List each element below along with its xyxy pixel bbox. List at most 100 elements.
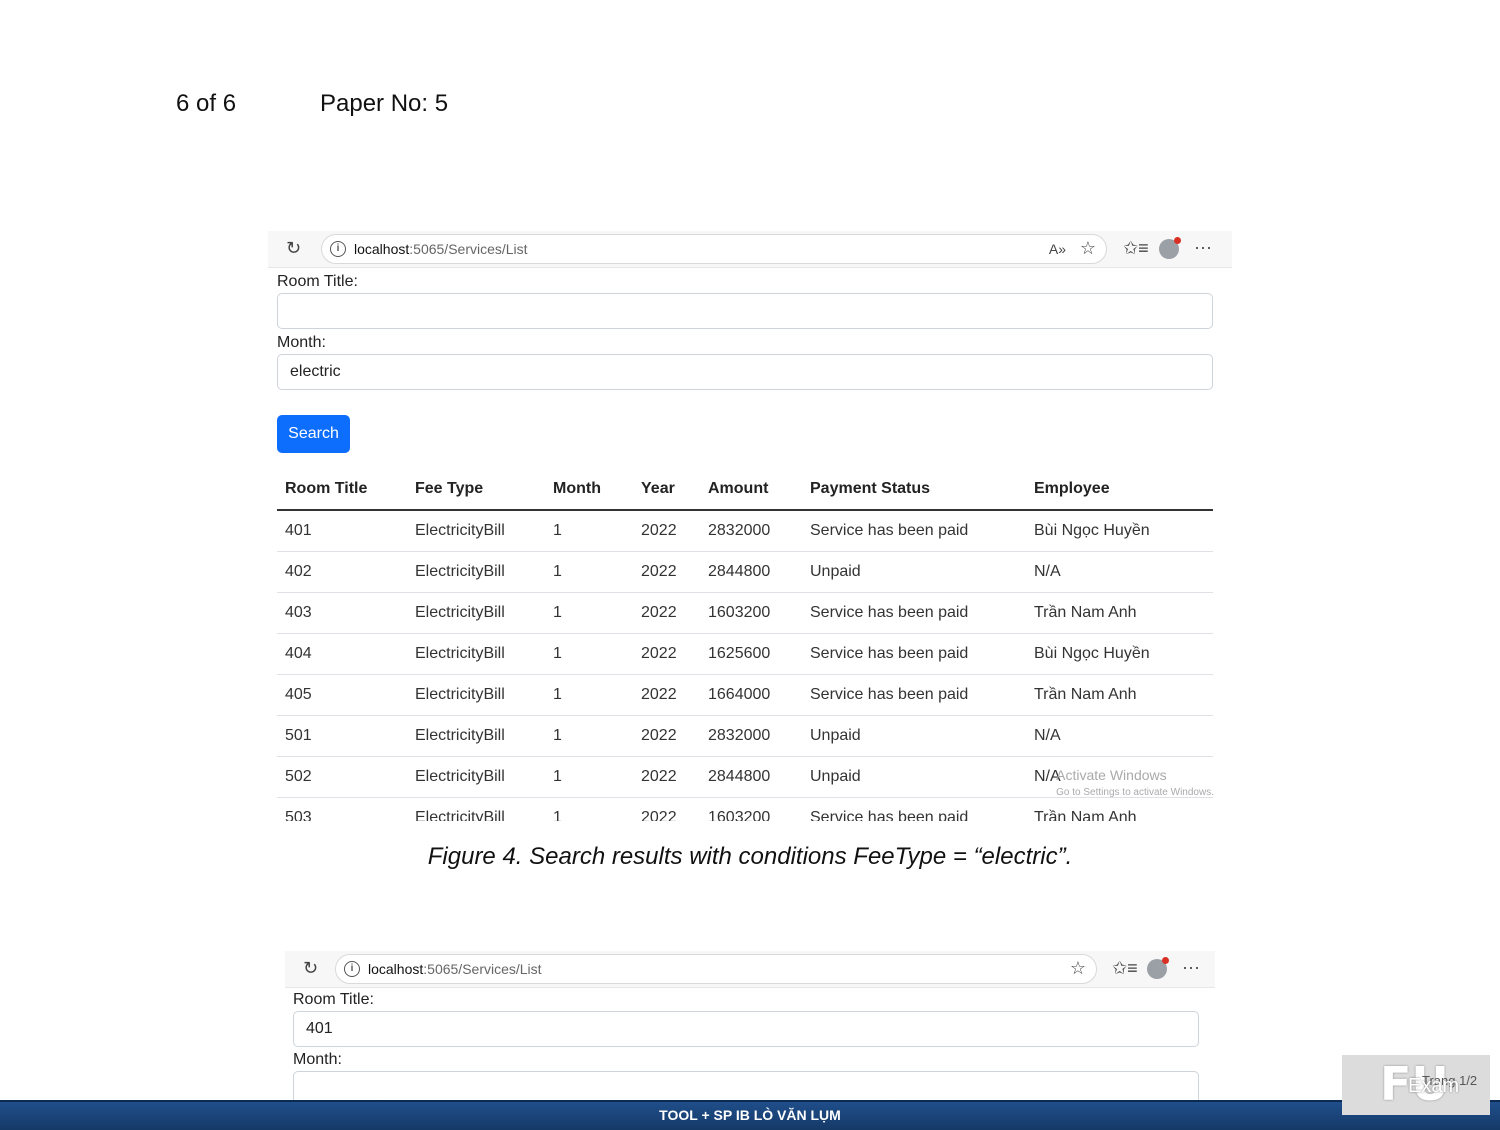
watermark-subtitle: Go to Settings to activate Windows.: [1056, 787, 1214, 798]
logo-word: Exam: [1408, 1075, 1460, 1097]
refresh-icon[interactable]: ↻: [303, 958, 318, 978]
month-input[interactable]: electric: [277, 354, 1213, 390]
footer-bar: TOOL + SP IB LÒ VĂN LỤM: [0, 1100, 1500, 1130]
more-icon[interactable]: ···: [1194, 237, 1212, 257]
table-cell: N/A: [1026, 551, 1213, 593]
col-month: Month: [545, 469, 633, 511]
table-cell: Bùi Ngọc Huyền: [1026, 510, 1213, 552]
table-cell: 2022: [633, 674, 700, 716]
table-cell: Trần Nam Anh: [1026, 674, 1213, 716]
footer-text: TOOL + SP IB LÒ VĂN LỤM: [659, 1107, 841, 1123]
table-cell: N/A: [1026, 715, 1213, 757]
favorites-icon[interactable]: ✩≡: [1112, 958, 1138, 978]
room-title-input[interactable]: 401: [293, 1011, 1199, 1047]
search-button[interactable]: Search: [277, 415, 350, 453]
paper-number: Paper No: 5: [320, 90, 449, 117]
table-cell: 2022: [633, 797, 700, 821]
table-cell: 1: [545, 756, 633, 798]
table-cell: Service has been paid: [802, 797, 1026, 821]
table-cell: 2844800: [700, 756, 802, 798]
refresh-icon[interactable]: ↻: [286, 238, 301, 258]
table-cell: 1: [545, 592, 633, 634]
col-fee-type: Fee Type: [407, 469, 545, 511]
table-cell: Bùi Ngọc Huyền: [1026, 633, 1213, 675]
table-cell: 2022: [633, 510, 700, 552]
table-cell: 1603200: [700, 797, 802, 821]
table-cell: ElectricityBill: [407, 756, 545, 798]
table-cell: Service has been paid: [802, 510, 1026, 552]
table-cell: ElectricityBill: [407, 633, 545, 675]
info-icon[interactable]: i: [344, 961, 360, 977]
table-row: 405 ElectricityBill 1 2022 1664000 Service ha…: [277, 674, 1213, 716]
more-icon[interactable]: ···: [1182, 957, 1200, 977]
table-header-row: Room Title Fee Type Month Year Amount Pa…: [277, 469, 1213, 511]
page-count: 6 of 6: [176, 90, 237, 117]
info-icon[interactable]: i: [330, 241, 346, 257]
table-row: 503 ElectricityBill 1 2022 1603200 Service ha…: [277, 797, 1213, 821]
month-label: Month:: [277, 334, 326, 351]
browser-screenshot-2: ↻ i localhost:5065/Services/List ☆ ✩≡ ··…: [285, 951, 1215, 1111]
table-cell: Service has been paid: [802, 674, 1026, 716]
table-cell: 405: [277, 674, 407, 716]
table-cell: 404: [277, 633, 407, 675]
table-cell: 2832000: [700, 510, 802, 552]
watermark-title: Activate Windows: [1056, 767, 1167, 783]
table-row: 404 ElectricityBill 1 2022 1625600 Service ha…: [277, 633, 1213, 675]
table-cell: Unpaid: [802, 715, 1026, 757]
table-cell: 402: [277, 551, 407, 593]
table-cell: Trần Nam Anh: [1026, 797, 1213, 821]
table-cell: 1: [545, 674, 633, 716]
col-amount: Amount: [700, 469, 802, 511]
read-aloud-icon[interactable]: A»: [1049, 239, 1066, 259]
col-employee: Employee: [1026, 469, 1213, 511]
table-cell: 2022: [633, 551, 700, 593]
col-payment-status: Payment Status: [802, 469, 1026, 511]
table-cell: 501: [277, 715, 407, 757]
table-cell: ElectricityBill: [407, 592, 545, 634]
table-cell: Unpaid: [802, 756, 1026, 798]
table-cell: ElectricityBill: [407, 797, 545, 821]
table-cell: 1603200: [700, 592, 802, 634]
table-cell: Service has been paid: [802, 592, 1026, 634]
table-cell: 503: [277, 797, 407, 821]
browser-toolbar: ↻ i localhost:5065/Services/List A» ☆ ✩≡…: [268, 231, 1232, 268]
table-row: 501 ElectricityBill 1 2022 2832000 Unpaid N/A: [277, 715, 1213, 757]
table-cell: ElectricityBill: [407, 510, 545, 552]
notification-dot: [1174, 237, 1181, 244]
table-cell: ElectricityBill: [407, 551, 545, 593]
table-cell: 2022: [633, 592, 700, 634]
notification-dot: [1162, 957, 1169, 964]
table-cell: 2832000: [700, 715, 802, 757]
table-cell: 2022: [633, 633, 700, 675]
room-title-input[interactable]: [277, 293, 1213, 329]
table-cell: 1: [545, 510, 633, 552]
table-cell: Trần Nam Anh: [1026, 592, 1213, 634]
table-cell: 2844800: [700, 551, 802, 593]
table-cell: 1625600: [700, 633, 802, 675]
col-year: Year: [633, 469, 700, 511]
profile-avatar[interactable]: [1159, 237, 1181, 259]
table-cell: 403: [277, 592, 407, 634]
url-text: localhost:5065/Services/List: [368, 961, 542, 977]
table-cell: Unpaid: [802, 551, 1026, 593]
star-icon[interactable]: ☆: [1070, 958, 1086, 978]
fu-exam-logo: FU Trang 1/2 Exam: [1342, 1055, 1490, 1115]
table-cell: 2022: [633, 715, 700, 757]
favorites-icon[interactable]: ✩≡: [1123, 238, 1149, 258]
table-cell: 502: [277, 756, 407, 798]
profile-avatar[interactable]: [1147, 957, 1169, 979]
table-row: 401 ElectricityBill 1 2022 2832000 Service ha…: [277, 510, 1213, 552]
activate-windows-watermark: Activate Windows Go to Settings to activ…: [1056, 767, 1214, 798]
table-row: 403 ElectricityBill 1 2022 1603200 Service ha…: [277, 592, 1213, 634]
figure-caption: Figure 4. Search results with conditions…: [427, 843, 1073, 870]
table-cell: 401: [277, 510, 407, 552]
month-label: Month:: [293, 1051, 342, 1068]
table-cell: Service has been paid: [802, 633, 1026, 675]
table-cell: 1: [545, 551, 633, 593]
address-bar[interactable]: i localhost:5065/Services/List A» ☆: [321, 234, 1107, 264]
page-header: 6 of 6 Paper No: 5: [176, 90, 448, 118]
table-row: 402 ElectricityBill 1 2022 2844800 Unpaid N/A: [277, 551, 1213, 593]
table-cell: 1: [545, 633, 633, 675]
star-icon[interactable]: ☆: [1080, 238, 1096, 258]
address-bar[interactable]: i localhost:5065/Services/List ☆: [335, 954, 1097, 984]
